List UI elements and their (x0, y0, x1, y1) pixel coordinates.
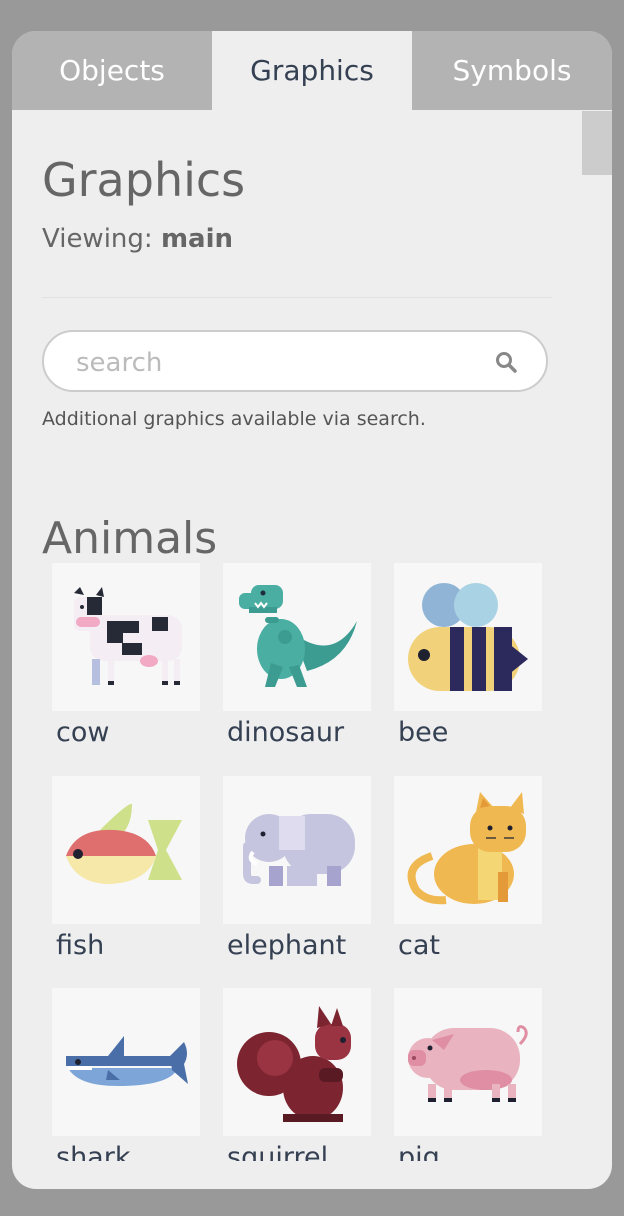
graphic-label: cow (56, 717, 110, 748)
graphic-label: pig (398, 1142, 440, 1161)
dinosaur-icon (239, 585, 357, 687)
graphic-thumbnail (52, 776, 200, 924)
shark-icon (66, 1036, 188, 1086)
cat-icon (407, 792, 526, 905)
elephant-icon (243, 814, 355, 886)
graphic-item-dinosaur[interactable]: dinosaur (223, 563, 371, 753)
graphics-panel: Objects Graphics Symbols Graphics Viewin… (12, 31, 612, 1189)
graphic-label: squirrel (227, 1142, 329, 1161)
cow-icon (74, 587, 182, 685)
graphic-item-pig[interactable]: pig (394, 988, 542, 1161)
graphic-thumbnail (223, 988, 371, 1136)
graphic-thumbnail (223, 563, 371, 711)
graphic-thumbnail (52, 563, 200, 711)
graphic-thumbnail (394, 776, 542, 924)
graphic-label: dinosaur (227, 717, 345, 748)
search-box (42, 330, 548, 392)
graphic-thumbnail (394, 563, 542, 711)
graphic-label: cat (398, 930, 440, 961)
bee-icon (408, 583, 528, 691)
graphic-item-squirrel[interactable]: squirrel (223, 988, 371, 1161)
graphic-label: bee (398, 717, 449, 748)
graphic-item-fish[interactable]: fish (52, 776, 200, 966)
graphic-item-elephant[interactable]: elephant (223, 776, 371, 966)
viewing-value: main (160, 224, 233, 254)
fish-icon (66, 803, 182, 884)
search-input[interactable] (74, 342, 478, 384)
squirrel-icon (237, 1006, 351, 1122)
tab-symbols[interactable]: Symbols (412, 31, 612, 110)
tab-objects[interactable]: Objects (12, 31, 212, 110)
graphic-thumbnail (52, 988, 200, 1136)
graphic-item-cat[interactable]: cat (394, 776, 542, 966)
graphic-label: elephant (227, 930, 347, 961)
panel-content: Graphics Viewing: main Additional graphi… (42, 111, 582, 1161)
divider (42, 297, 552, 298)
graphic-item-bee[interactable]: bee (394, 563, 542, 753)
viewing-info: Viewing: main (42, 224, 233, 254)
graphic-item-cow[interactable]: cow (52, 563, 200, 753)
pig-icon (408, 1025, 528, 1102)
tab-graphics[interactable]: Graphics (212, 31, 412, 110)
page-title: Graphics (42, 153, 246, 207)
graphic-thumbnail (223, 776, 371, 924)
viewing-label: Viewing: (42, 224, 161, 254)
tab-bar: Objects Graphics Symbols (12, 31, 612, 110)
graphic-thumbnail (394, 988, 542, 1136)
graphic-item-shark[interactable]: shark (52, 988, 200, 1161)
graphic-label: shark (56, 1142, 131, 1161)
search-note: Additional graphics available via search… (42, 408, 426, 430)
scrollbar-thumb[interactable] (582, 111, 612, 175)
graphic-label: fish (56, 930, 105, 961)
section-title-animals: Animals (42, 513, 218, 564)
search-icon[interactable] (494, 350, 518, 374)
